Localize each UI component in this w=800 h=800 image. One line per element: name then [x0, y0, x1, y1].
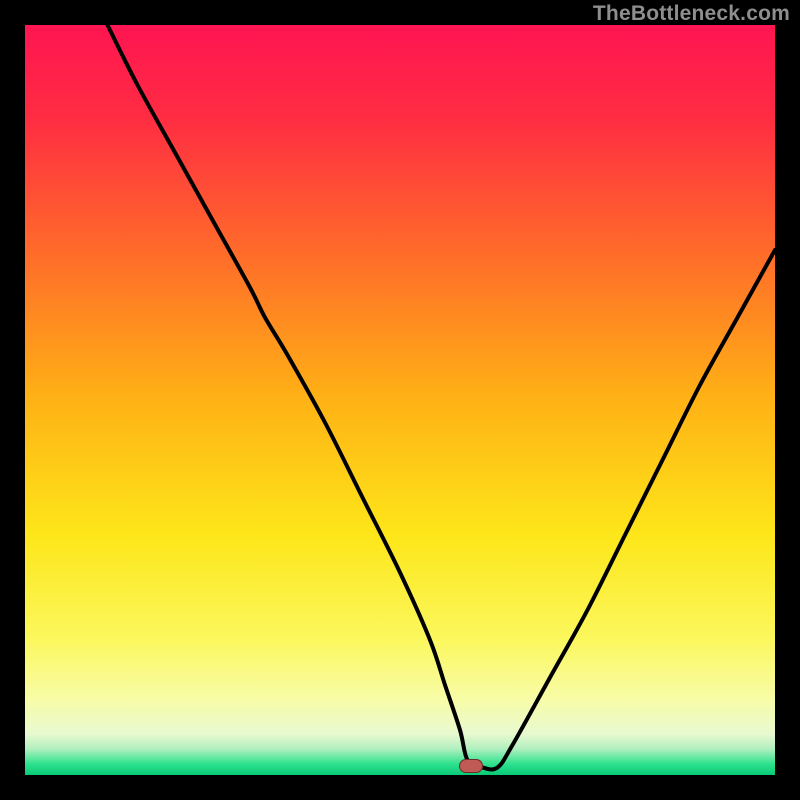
plot-area	[25, 25, 775, 775]
optimal-point-marker	[459, 759, 483, 773]
watermark-text: TheBottleneck.com	[593, 2, 790, 26]
chart-frame: TheBottleneck.com	[0, 0, 800, 800]
heat-gradient	[25, 25, 775, 775]
